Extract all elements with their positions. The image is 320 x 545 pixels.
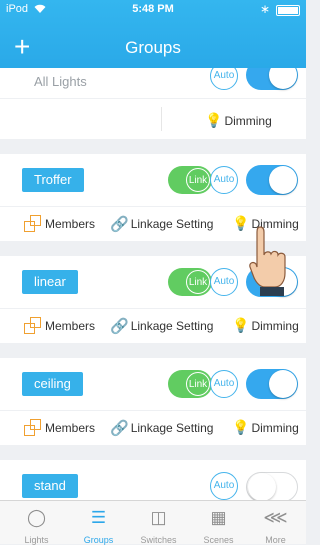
tab-lights[interactable]: ◯ Lights bbox=[6, 501, 67, 545]
linkage-label: Linkage Setting bbox=[130, 319, 214, 333]
members-icon bbox=[24, 419, 42, 437]
tab-label: Scenes bbox=[203, 535, 234, 545]
link-icon: 🔗 bbox=[110, 216, 129, 233]
dimming-label: Dimming bbox=[251, 420, 299, 435]
group-row-troffer: Troffer Link Auto bbox=[0, 154, 306, 206]
group-actions-all-lights: 💡 Dimming bbox=[0, 99, 306, 139]
bulb-icon: 💡 bbox=[232, 215, 250, 231]
tab-switches[interactable]: ◫ Switches bbox=[128, 501, 189, 545]
auto-button[interactable]: Auto bbox=[210, 370, 238, 398]
link-button[interactable]: Link bbox=[168, 166, 212, 194]
group-name-chip[interactable]: linear bbox=[22, 270, 78, 294]
group-name: All Lights bbox=[34, 74, 87, 89]
bulb-icon: 💡 bbox=[232, 419, 250, 435]
group-actions-ceiling: Members 🔗 Linkage Setting 💡 Dimming bbox=[0, 411, 306, 445]
link-label: Link bbox=[186, 372, 210, 396]
members-icon bbox=[24, 317, 42, 335]
linkage-setting-button[interactable]: 🔗 Linkage Setting bbox=[110, 317, 213, 335]
groups-icon: ☰ bbox=[90, 508, 107, 527]
app-header: iPod 5:48 PM ∗ + Groups bbox=[0, 0, 306, 68]
link-button[interactable]: Link bbox=[168, 268, 212, 296]
dimming-label: Dimming bbox=[224, 113, 272, 128]
link-icon: 🔗 bbox=[110, 318, 129, 335]
group-row-stand: stand Auto bbox=[0, 460, 306, 500]
link-button[interactable]: Link bbox=[168, 370, 212, 398]
members-button[interactable]: Members bbox=[24, 317, 95, 335]
power-toggle[interactable] bbox=[246, 165, 298, 195]
link-label: Link bbox=[186, 270, 210, 294]
group-actions-linear: Members 🔗 Linkage Setting 💡 Dimming bbox=[0, 309, 306, 343]
tab-label: Switches bbox=[140, 535, 177, 545]
tab-scenes[interactable]: ▦ Scenes bbox=[188, 501, 249, 545]
tab-more[interactable]: ⋘ More bbox=[245, 501, 306, 545]
link-label: Link bbox=[186, 168, 210, 192]
linkage-setting-button[interactable]: 🔗 Linkage Setting bbox=[110, 215, 213, 233]
auto-button[interactable]: Auto bbox=[210, 68, 238, 90]
share-icon: ⋘ bbox=[263, 508, 288, 527]
bluetooth-icon: ∗ bbox=[259, 2, 270, 16]
power-toggle[interactable] bbox=[246, 472, 298, 500]
dimming-label: Dimming bbox=[251, 318, 299, 333]
group-name-chip[interactable]: ceiling bbox=[22, 372, 83, 396]
linkage-label: Linkage Setting bbox=[130, 217, 214, 231]
power-toggle[interactable] bbox=[246, 68, 298, 90]
bulb-icon: 💡 bbox=[232, 317, 250, 333]
auto-button[interactable]: Auto bbox=[210, 268, 238, 296]
group-name-chip[interactable]: stand bbox=[22, 474, 78, 498]
page-title: Groups bbox=[125, 38, 181, 57]
battery-icon bbox=[276, 5, 300, 16]
tab-label: More bbox=[265, 535, 286, 545]
tab-bar: ◯ Lights ☰ Groups ◫ Switches ▦ Scenes ⋘ … bbox=[0, 500, 306, 545]
members-label: Members bbox=[45, 319, 96, 333]
dimming-button[interactable]: 💡 Dimming bbox=[232, 419, 299, 436]
members-button[interactable]: Members bbox=[24, 215, 95, 233]
members-label: Members bbox=[45, 421, 96, 435]
dimming-button[interactable]: 💡 Dimming bbox=[232, 317, 299, 334]
linkage-setting-button[interactable]: 🔗 Linkage Setting bbox=[110, 419, 213, 437]
members-icon bbox=[24, 215, 42, 233]
link-icon: 🔗 bbox=[110, 420, 129, 437]
switch-icon: ◫ bbox=[150, 508, 167, 527]
tab-label: Lights bbox=[24, 535, 49, 545]
auto-button[interactable]: Auto bbox=[210, 472, 238, 500]
pointing-hand-icon bbox=[249, 226, 286, 296]
auto-button[interactable]: Auto bbox=[210, 166, 238, 194]
group-row-ceiling: ceiling Link Auto bbox=[0, 358, 306, 410]
group-name-chip[interactable]: Troffer bbox=[22, 168, 84, 192]
tab-label: Groups bbox=[83, 535, 114, 545]
tab-groups[interactable]: ☰ Groups bbox=[68, 501, 129, 545]
members-button[interactable]: Members bbox=[24, 419, 95, 437]
group-row-all-lights: All Lights Auto bbox=[0, 68, 306, 98]
bulb-icon: ◯ bbox=[26, 508, 47, 527]
linkage-label: Linkage Setting bbox=[130, 421, 214, 435]
members-label: Members bbox=[45, 217, 96, 231]
bulb-icon: 💡 bbox=[205, 112, 223, 128]
status-bar: iPod 5:48 PM ∗ bbox=[0, 0, 306, 20]
dimming-button[interactable]: 💡 Dimming bbox=[205, 112, 272, 129]
power-toggle[interactable] bbox=[246, 369, 298, 399]
scene-icon: ▦ bbox=[210, 508, 227, 527]
